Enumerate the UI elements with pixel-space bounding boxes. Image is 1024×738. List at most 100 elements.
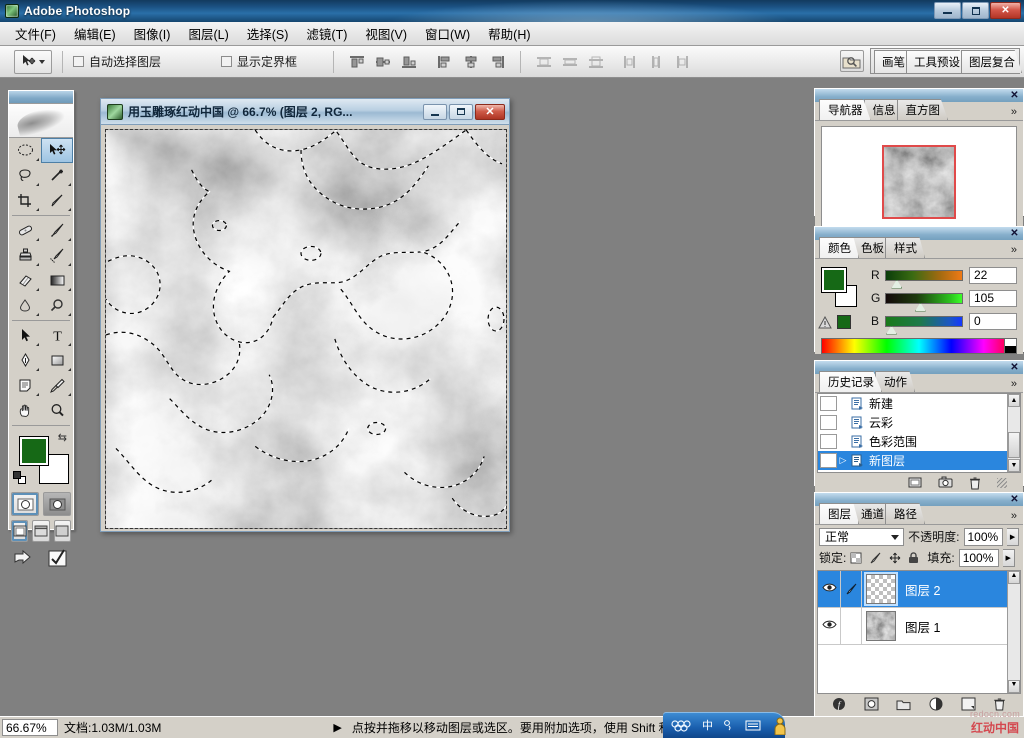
new-group-icon[interactable] [896, 698, 911, 711]
spectrum-bw-end[interactable] [1004, 339, 1016, 353]
tool-slice[interactable] [41, 188, 73, 213]
tab-history[interactable]: 历史记录 [819, 371, 882, 392]
current-tool-button[interactable] [14, 49, 52, 74]
foreground-color-swatch[interactable] [19, 436, 49, 466]
history-close-icon[interactable]: ✕ [1009, 362, 1020, 373]
well-tab-layer-comps[interactable]: 图层复合 [961, 50, 1022, 73]
tool-history-brush[interactable] [41, 243, 73, 268]
tool-preset-chevron-down-icon[interactable] [39, 59, 45, 64]
distribute-horizontal-centers-icon[interactable] [647, 54, 665, 70]
window-minimize-button[interactable] [934, 2, 961, 19]
menu-edit[interactable]: 编辑(E) [65, 21, 125, 46]
add-layer-mask-icon[interactable] [864, 697, 879, 711]
history-scroll-thumb[interactable] [1008, 432, 1020, 458]
menu-window[interactable]: 窗口(W) [416, 21, 479, 46]
history-snapshot-checkbox[interactable] [820, 396, 837, 411]
menu-view[interactable]: 视图(V) [356, 21, 416, 46]
channel-value-r[interactable]: 22 [969, 266, 1017, 284]
show-bounding-box-option[interactable]: 显示定界框 [221, 53, 297, 70]
color-spectrum-ramp[interactable] [821, 338, 1017, 354]
tool-gradient[interactable] [41, 268, 73, 293]
lock-all-icon[interactable] [908, 551, 919, 564]
tool-hand[interactable] [9, 398, 41, 423]
history-scroll-down-arrow[interactable]: ▼ [1008, 459, 1020, 472]
tool-marquee[interactable] [9, 138, 41, 163]
history-scrollbar[interactable]: ▲ ▼ [1007, 394, 1020, 472]
auto-select-layer-option[interactable]: 自动选择图层 [73, 53, 161, 70]
status-zoom-input[interactable]: 66.67% [2, 719, 58, 736]
imageready-check-icon[interactable] [46, 548, 70, 568]
color-menu-icon[interactable]: » [1011, 244, 1017, 256]
auto-select-layer-checkbox[interactable] [73, 56, 84, 67]
layer-style-fx-icon[interactable]: f [832, 697, 847, 711]
ime-bar[interactable]: 中 [663, 712, 785, 738]
default-colors-icon[interactable] [13, 471, 26, 484]
soft-keyboard-icon[interactable] [745, 719, 761, 732]
tab-navigator[interactable]: 导航器 [819, 99, 871, 120]
tool-crop[interactable] [9, 188, 41, 213]
history-resize-grip[interactable] [997, 477, 1007, 488]
show-bounding-box-checkbox[interactable] [221, 56, 233, 67]
standard-mask-mode-button[interactable] [11, 492, 39, 516]
lock-image-pixels-icon[interactable] [869, 552, 882, 564]
align-vertical-centers-icon[interactable] [374, 54, 392, 70]
layers-scroll-up-arrow[interactable]: ▲ [1008, 571, 1020, 584]
tool-blur[interactable] [9, 293, 41, 318]
palette-well-folder-icon[interactable] [840, 50, 864, 72]
delete-state-icon[interactable] [969, 476, 981, 490]
gamut-nearest-color-swatch[interactable] [837, 315, 851, 329]
channel-slider-r[interactable] [885, 269, 963, 289]
tool-path-selection[interactable] [9, 323, 41, 348]
menu-filter[interactable]: 滤镜(T) [297, 21, 356, 46]
history-snapshot-checkbox[interactable] [820, 415, 837, 430]
tool-clone-stamp[interactable] [9, 243, 41, 268]
menu-layer[interactable]: 图层(L) [179, 21, 237, 46]
history-state-row[interactable]: 色彩范围 [818, 432, 1020, 451]
well-tab-tool-presets[interactable]: 工具预设 [906, 50, 967, 73]
document-restore-button[interactable] [449, 103, 473, 120]
tool-move[interactable] [41, 138, 73, 163]
channel-slider-b[interactable] [885, 315, 963, 335]
navigator-menu-icon[interactable]: » [1011, 106, 1017, 118]
tool-pen[interactable] [9, 348, 41, 373]
window-close-button[interactable]: ✕ [990, 2, 1021, 19]
tool-type[interactable]: T [41, 323, 73, 348]
user-icon[interactable] [773, 717, 787, 735]
menu-select[interactable]: 选择(S) [238, 21, 298, 46]
opacity-input[interactable]: 100% [963, 527, 1004, 546]
tool-notes[interactable] [9, 373, 41, 398]
menu-file[interactable]: 文件(F) [6, 21, 65, 46]
layer-name[interactable]: 图层 2 [905, 580, 940, 599]
layer-thumbnail[interactable] [866, 611, 896, 641]
fill-stepper-icon[interactable]: ▶ [1002, 548, 1015, 567]
layer-name[interactable]: 图层 1 [905, 617, 940, 636]
tool-lasso[interactable] [9, 163, 41, 188]
layer-visibility-toggle[interactable] [818, 619, 840, 633]
blend-mode-select[interactable]: 正常 [819, 527, 905, 546]
history-menu-icon[interactable]: » [1011, 378, 1017, 390]
distribute-top-edges-icon[interactable] [535, 54, 553, 70]
navigator-view-box[interactable] [882, 145, 956, 219]
tab-histogram[interactable]: 直方图 [896, 99, 948, 120]
tool-brush[interactable] [41, 218, 73, 243]
opacity-stepper-icon[interactable]: ▶ [1007, 527, 1019, 546]
distribute-bottom-edges-icon[interactable] [587, 54, 605, 70]
tab-layers[interactable]: 图层 [819, 503, 859, 524]
document-titlebar[interactable]: 用玉雕琢红动中国 @ 66.7% (图层 2, RG... ✕ [101, 99, 509, 125]
document-close-button[interactable]: ✕ [475, 103, 505, 120]
standard-screen-mode-button[interactable] [11, 520, 29, 542]
menu-help[interactable]: 帮助(H) [479, 21, 539, 46]
layer-row[interactable]: 图层 2 [818, 571, 1020, 608]
document-minimize-button[interactable] [423, 103, 447, 120]
layers-menu-icon[interactable]: » [1011, 510, 1017, 522]
history-snapshot-checkbox[interactable] [820, 453, 837, 468]
menu-image[interactable]: 图像(I) [125, 21, 180, 46]
channel-slider-g[interactable] [885, 292, 963, 312]
new-adjustment-layer-icon[interactable] [929, 697, 944, 711]
history-state-row[interactable]: 新建 [818, 394, 1020, 413]
tool-eraser[interactable] [9, 268, 41, 293]
layers-close-icon[interactable]: ✕ [1009, 494, 1020, 505]
align-bottom-edges-icon[interactable] [400, 54, 418, 70]
punctuation-icon[interactable] [722, 719, 736, 732]
color-close-icon[interactable]: ✕ [1009, 228, 1020, 239]
